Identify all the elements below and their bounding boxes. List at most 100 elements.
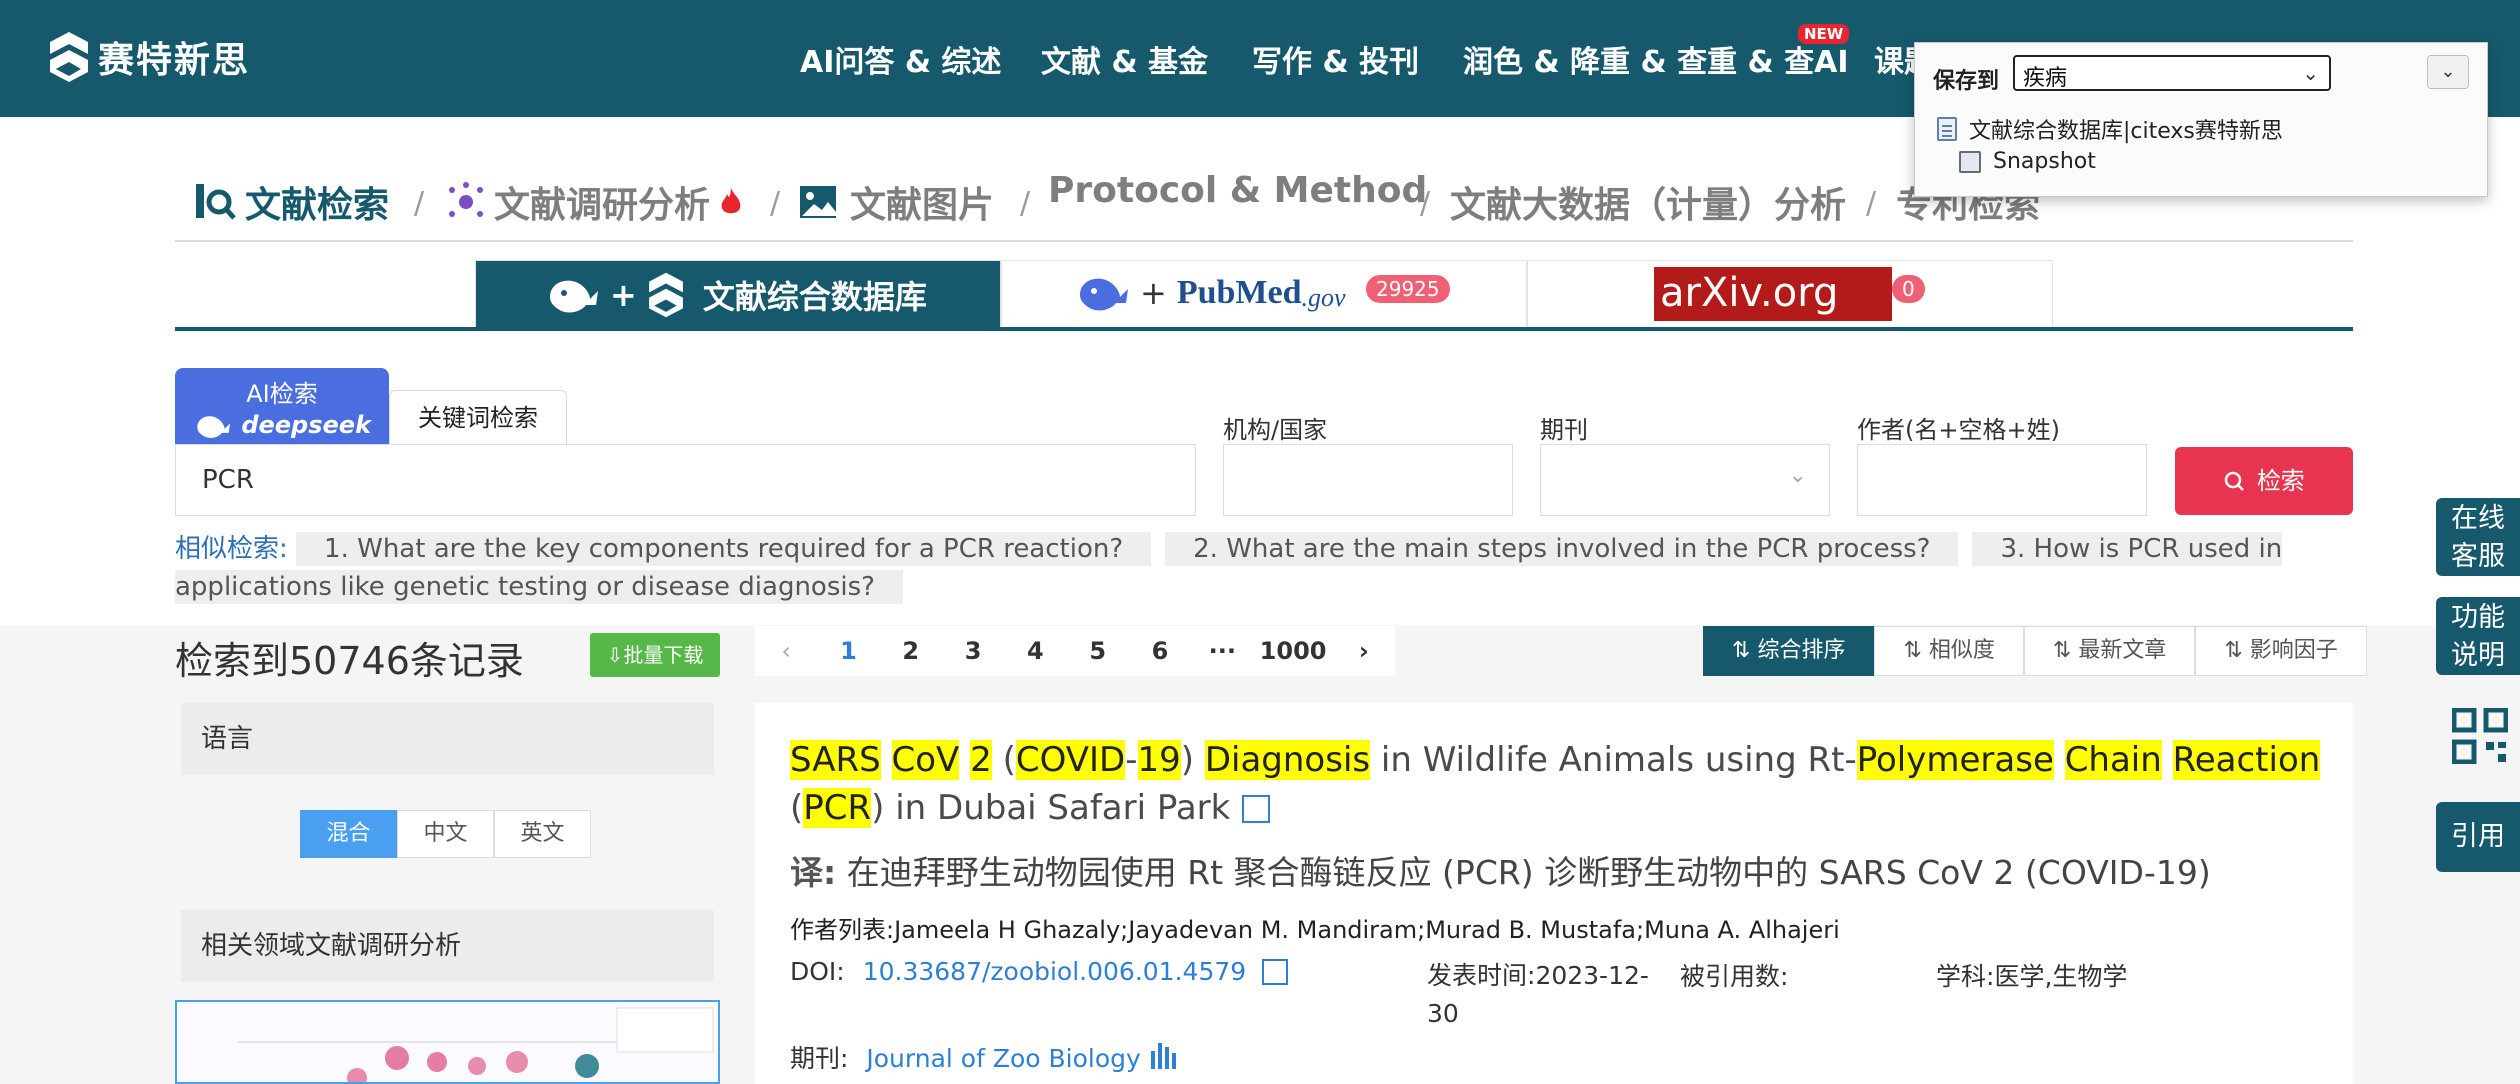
online-service-button[interactable]: 在线 客服 [2436, 498, 2520, 576]
tab-literature-search[interactable]: 文献检索 [193, 176, 389, 228]
page-number[interactable]: 1 [817, 637, 879, 665]
page-ellipsis[interactable]: ··· [1191, 637, 1253, 665]
doi-link[interactable]: 10.33687/zoobiol.006.01.4579 [863, 957, 1246, 986]
tab-separator: / [1020, 186, 1031, 221]
sort-comprehensive[interactable]: ⇅ 综合排序 [1703, 626, 1875, 676]
bulk-download-button[interactable]: ⇩批量下载 [590, 633, 720, 677]
page-number[interactable]: 3 [942, 637, 1004, 665]
result-translation: 译: 在迪拜野生动物园使用 Rt 聚合酶链反应 (PCR) 诊断野生动物中的 S… [790, 846, 2211, 894]
help-line2: 说明 [2451, 640, 2505, 671]
sort-bar: ⇅ 综合排序 ⇅ 相似度 ⇅ 最新文章 ⇅ 影响因子 [1703, 626, 2367, 676]
title-text [959, 740, 970, 780]
db-tab-underline [175, 327, 2353, 331]
prev-page-icon[interactable]: ‹ [755, 637, 817, 665]
doi-row: DOI: 10.33687/zoobiol.006.01.4579 [790, 957, 1289, 986]
tab-survey-analysis[interactable]: 文献调研分析 [446, 176, 744, 228]
collection-select[interactable]: 疾病 ⌄ [2013, 55, 2331, 91]
journal-link[interactable]: Journal of Zoo Biology [866, 1044, 1140, 1073]
ai-search-tab[interactable]: AI检索 deepseek [175, 368, 389, 444]
page-number[interactable]: 2 [880, 637, 942, 665]
db-tab-integrated[interactable]: + 文献综合数据库 [475, 260, 1001, 328]
qr-code-icon[interactable] [2451, 707, 2509, 765]
lang-chinese[interactable]: 中文 [397, 810, 494, 858]
page-number[interactable]: 4 [1004, 637, 1066, 665]
pub-label: 发表时间: [1427, 961, 1536, 990]
copy-icon[interactable] [1242, 795, 1271, 823]
brand-logo[interactable]: 赛特新思 [48, 30, 250, 84]
nav-polish-check[interactable]: 润色 & 降重 & 查重 & 查AI [1463, 37, 1849, 81]
sort-latest[interactable]: ⇅ 最新文章 [2023, 626, 2196, 676]
page-number[interactable]: 5 [1067, 637, 1129, 665]
chevron-down-icon: ⌄ [2440, 61, 2456, 82]
sort-label: 最新文章 [2078, 638, 2167, 663]
language-filter-header[interactable]: 语言 [181, 703, 714, 775]
sort-icon: ⇅ [2224, 638, 2250, 663]
search-button[interactable]: 检索 [2175, 447, 2353, 515]
pubmed-count-badge: 29925 [1366, 275, 1450, 303]
result-title[interactable]: SARS CoV 2 (COVID-19) Diagnosis in Wildl… [790, 736, 2340, 832]
bar-chart-icon[interactable] [1149, 1041, 1179, 1071]
tab-label: 文献大数据（计量）分析 [1450, 185, 1847, 226]
next-page-icon[interactable]: › [1333, 637, 1395, 665]
collection-selected: 疾病 [2023, 66, 2068, 91]
cite-button[interactable]: 引用 [2436, 802, 2520, 872]
author-input[interactable] [1857, 444, 2147, 516]
pubmed-suffix: .gov [1301, 283, 1346, 312]
nav-ai-qa[interactable]: AI问答 & 综述 [800, 37, 1001, 81]
title-text: ( [991, 740, 1016, 780]
language-toggle: 混合 中文 英文 [300, 810, 591, 858]
nav-literature-fund[interactable]: 文献 & 基金 [1041, 37, 1208, 81]
sort-impact-factor[interactable]: ⇅ 影响因子 [2195, 626, 2367, 676]
copy-icon[interactable] [1262, 959, 1289, 985]
arxiv-count-badge: 0 [1892, 275, 1925, 303]
tab-protocol-method[interactable]: Protocol & Method [1048, 170, 1427, 211]
pagination: ‹ 1 2 3 4 5 6 ··· 1000 › [755, 626, 1395, 676]
journal-row: 期刊: Journal of Zoo Biology [790, 1039, 1179, 1075]
analysis-thumbnail[interactable] [175, 1000, 720, 1084]
translation-label: 译: [790, 853, 837, 892]
lang-english[interactable]: 英文 [494, 810, 591, 858]
sort-label: 综合排序 [1757, 638, 1846, 663]
db-tab-pubmed[interactable]: + PubMed .gov 29925 [1001, 260, 1527, 328]
similar-chip[interactable]: 2. What are the main steps involved in t… [1165, 532, 1959, 566]
journal-select[interactable]: ⌄ [1540, 444, 1830, 516]
title-highlight: Polymerase [1856, 740, 2054, 780]
search-input[interactable]: PCR [175, 444, 1196, 516]
ai-tab-label: AI检索 [246, 380, 318, 408]
tab-label: Protocol & Method [1048, 170, 1428, 211]
tab-bibliometric-analysis[interactable]: 文献大数据（计量）分析 [1450, 176, 1846, 228]
pub-date-line2: 30 [1427, 999, 1459, 1028]
org-input[interactable] [1223, 444, 1513, 516]
page-number[interactable]: 6 [1129, 637, 1191, 665]
similar-chip[interactable]: 1. What are the key components required … [296, 532, 1152, 566]
sort-similarity[interactable]: ⇅ 相似度 [1874, 626, 2024, 676]
keyword-search-tab[interactable]: 关键词检索 [389, 390, 567, 444]
fire-icon [721, 188, 741, 214]
feature-help-button[interactable]: 功能 说明 [2436, 597, 2520, 675]
logo-mark-icon [648, 272, 683, 318]
pub-date-line1: 2023-12- [1535, 961, 1649, 990]
title-highlight: SARS [790, 740, 881, 780]
title-highlight: PCR [803, 788, 872, 828]
title-text: in Wildlife Animals using Rt- [1370, 740, 1857, 780]
network-icon [449, 182, 483, 217]
save-item-label: 文献综合数据库|citexs赛特新思 [1969, 119, 2283, 144]
db-tab-arxiv[interactable]: arXiv.org 0 [1527, 260, 2053, 328]
nav-writing-submit[interactable]: 写作 & 投刊 [1252, 37, 1419, 81]
tab-separator: / [414, 186, 425, 221]
save-to-label: 保存到 [1933, 69, 2000, 94]
expand-button[interactable]: ⌄ [2427, 55, 2469, 89]
save-item-database[interactable]: 文献综合数据库|citexs赛特新思 [1937, 113, 2283, 145]
tab-separator: / [1420, 186, 1431, 221]
brand-name: 赛特新思 [98, 40, 251, 81]
related-analysis-header[interactable]: 相关领域文献调研分析 [181, 910, 714, 982]
subject-label: 学科: [1936, 962, 1995, 991]
tab-label: 文献图片 [850, 185, 995, 226]
lang-mixed[interactable]: 混合 [300, 810, 397, 858]
page-number[interactable]: 1000 [1254, 637, 1333, 665]
tab-literature-images[interactable]: 文献图片 [798, 176, 994, 228]
logo-mark-icon [48, 30, 90, 84]
save-item-snapshot[interactable]: Snapshot [1959, 149, 2096, 174]
title-highlight: Chain [2064, 740, 2162, 780]
title-text [2162, 740, 2173, 780]
